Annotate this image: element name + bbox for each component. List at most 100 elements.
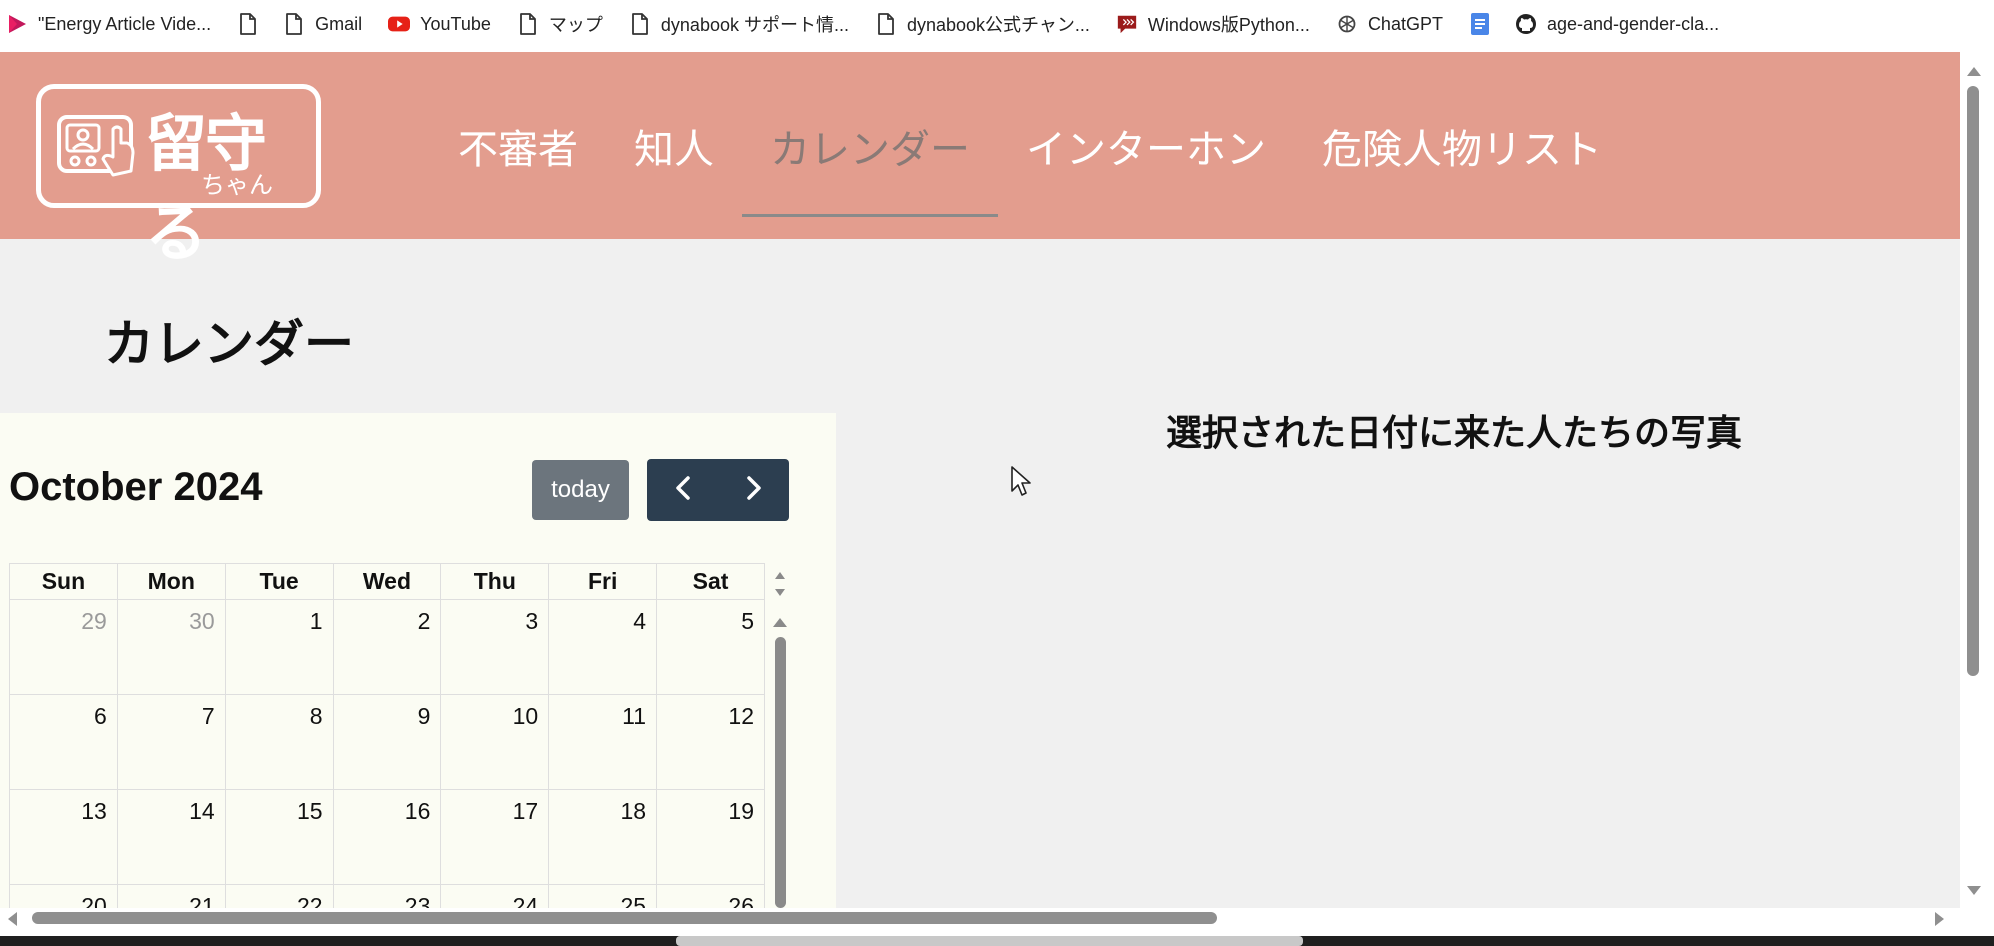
calendar-day-cell[interactable]: 20 [9,884,118,908]
calendar-day-cell[interactable]: 24 [440,884,550,908]
nav-tab-1[interactable]: 知人 [606,52,742,239]
calendar-grid: Sun Mon Tue Wed Thu Fri Sat 29 30 1 2 3 4 5 6 7 8 9 10 11 1… [9,563,791,908]
calendar-day-cell[interactable]: 19 [656,789,765,885]
weekday-header: Wed [332,563,442,600]
weekday-header-row: Sun Mon Tue Wed Thu Fri Sat [9,563,765,600]
weekday-header: Thu [440,563,550,600]
calendar-day-cell[interactable]: 21 [116,884,226,908]
nav-tab-4[interactable]: 危険人物リスト [1294,52,1630,239]
calendar-day-cell[interactable]: 18 [548,789,658,885]
bookmark-label: dynabook公式チャン... [906,15,1090,35]
calendar-day-cell[interactable]: 26 [656,884,765,908]
photos-heading: 選択された日付に来た人たちの写真 [1166,413,1743,454]
calendar-day-cell[interactable]: 15 [224,789,334,885]
calendar-week-row: 29 30 1 2 3 4 5 [9,599,765,695]
github-icon [1515,13,1537,35]
window-scroll-thumb[interactable] [1967,86,1979,676]
calendar-scrollbar[interactable] [769,563,791,908]
bookmark-item[interactable]: マップ [517,0,603,48]
bookmark-item[interactable]: ChatGPT [1336,0,1443,48]
calendar-day-cell[interactable]: 1 [224,599,334,695]
scroll-down-icon[interactable] [1966,882,1982,901]
bookmark-item[interactable]: dynabook サポート情... [629,0,849,48]
calendar-day-cell[interactable]: 6 [9,694,118,790]
today-button[interactable]: today [532,460,629,520]
bookmark-item[interactable]: YouTube [388,0,491,48]
calendar-day-cell[interactable]: 12 [656,694,765,790]
page-viewport: 留守る ちゃん 不審者 知人 カレンダー インターホン 危険人物リスト カレンダー Oc… [0,52,1960,908]
calendar-day-cell[interactable]: 30 [116,599,226,695]
calendar-week-row: 13 14 15 16 17 18 19 [9,789,765,885]
calendar-day-cell[interactable]: 9 [332,694,442,790]
logo[interactable]: 留守る ちゃん [36,84,321,270]
bookmark-item[interactable] [237,0,259,48]
taskbar-indicator [676,936,1303,946]
calendar-day-cell[interactable]: 16 [332,789,442,885]
window-horizontal-scrollbar[interactable] [0,908,1994,946]
nav-tab-2[interactable]: カレンダー [742,52,998,239]
calendar-day-cell[interactable]: 13 [9,789,118,885]
bookmark-label: "Energy Article Vide... [38,13,212,34]
bookmark-item[interactable]: Windows版Python... [1116,0,1310,48]
weekday-header: Mon [116,563,226,600]
prev-month-button[interactable] [647,459,718,521]
page-icon [517,13,539,35]
bookmark-label: Windows版Python... [1147,15,1310,35]
calendar-day-cell[interactable]: 8 [224,694,334,790]
next-month-button[interactable] [718,459,789,521]
calendar-day-cell[interactable]: 11 [548,694,658,790]
calendar-week-row: 20 21 22 23 24 25 26 [9,884,765,908]
bookmark-label: ChatGPT [1367,13,1443,34]
scroll-up-small-icon[interactable] [774,565,786,584]
mouse-cursor-icon [1010,465,1032,501]
calendar-day-cell[interactable]: 17 [440,789,550,885]
page-icon [237,13,259,35]
speech-bubble-icon [1116,13,1138,35]
window-hscroll-thumb[interactable] [32,912,1217,924]
chevron-left-icon [673,475,693,505]
calendar-day-cell[interactable]: 14 [116,789,226,885]
calendar-day-cell[interactable]: 29 [9,599,118,695]
bookmark-item[interactable]: age-and-gender-cla... [1515,0,1719,48]
calendar-scroll-thumb[interactable] [775,637,786,908]
site-header: 留守る ちゃん 不審者 知人 カレンダー インターホン 危険人物リスト [0,52,1960,270]
scroll-up-icon[interactable] [772,613,788,632]
bookmark-item[interactable] [1469,0,1491,48]
scroll-up-icon[interactable] [1966,62,1982,81]
window-vertical-scrollbar[interactable] [1960,52,1994,908]
page-title: カレンダー [104,315,354,373]
calendar-day-cell[interactable]: 3 [440,599,550,695]
calendar-day-cell[interactable]: 2 [332,599,442,695]
calendar-day-cell[interactable]: 22 [224,884,334,908]
month-nav-buttons [647,459,789,521]
calendar-day-cell[interactable]: 10 [440,694,550,790]
weekday-header: Sun [9,563,118,600]
intercom-hand-icon [57,115,137,183]
youtube-icon [388,13,411,35]
scroll-left-icon[interactable] [6,911,18,931]
scroll-right-icon[interactable] [1934,911,1946,931]
play-icon [6,13,28,35]
docs-icon [1469,13,1491,35]
calendar-day-cell[interactable]: 4 [548,599,658,695]
bookmarks-bar: "Energy Article Vide... Gmail YouTube マップ dy… [0,0,1994,48]
bookmark-item[interactable]: "Energy Article Vide... [6,0,211,48]
page-icon [283,13,305,35]
calendar-day-cell[interactable]: 7 [116,694,226,790]
main-nav: 不審者 知人 カレンダー インターホン 危険人物リスト [430,52,1630,239]
chevron-right-icon [744,475,764,505]
bookmark-item[interactable]: Gmail [283,0,362,48]
scroll-down-small-icon[interactable] [774,583,786,602]
calendar-week-row: 6 7 8 9 10 11 12 [9,694,765,790]
weekday-header: Fri [548,563,658,600]
calendar-panel: October 2024 today Sun Mon Tue Wed Thu Fri Sat… [0,413,836,908]
calendar-day-cell[interactable]: 5 [656,599,765,695]
page-icon [875,13,897,35]
calendar-day-cell[interactable]: 25 [548,884,658,908]
nav-tab-3[interactable]: インターホン [998,52,1294,239]
nav-tab-0[interactable]: 不審者 [430,52,606,239]
bookmark-label: YouTube [420,13,491,34]
calendar-day-cell[interactable]: 23 [332,884,442,908]
weekday-header: Tue [224,563,334,600]
bookmark-item[interactable]: dynabook公式チャン... [875,0,1090,48]
